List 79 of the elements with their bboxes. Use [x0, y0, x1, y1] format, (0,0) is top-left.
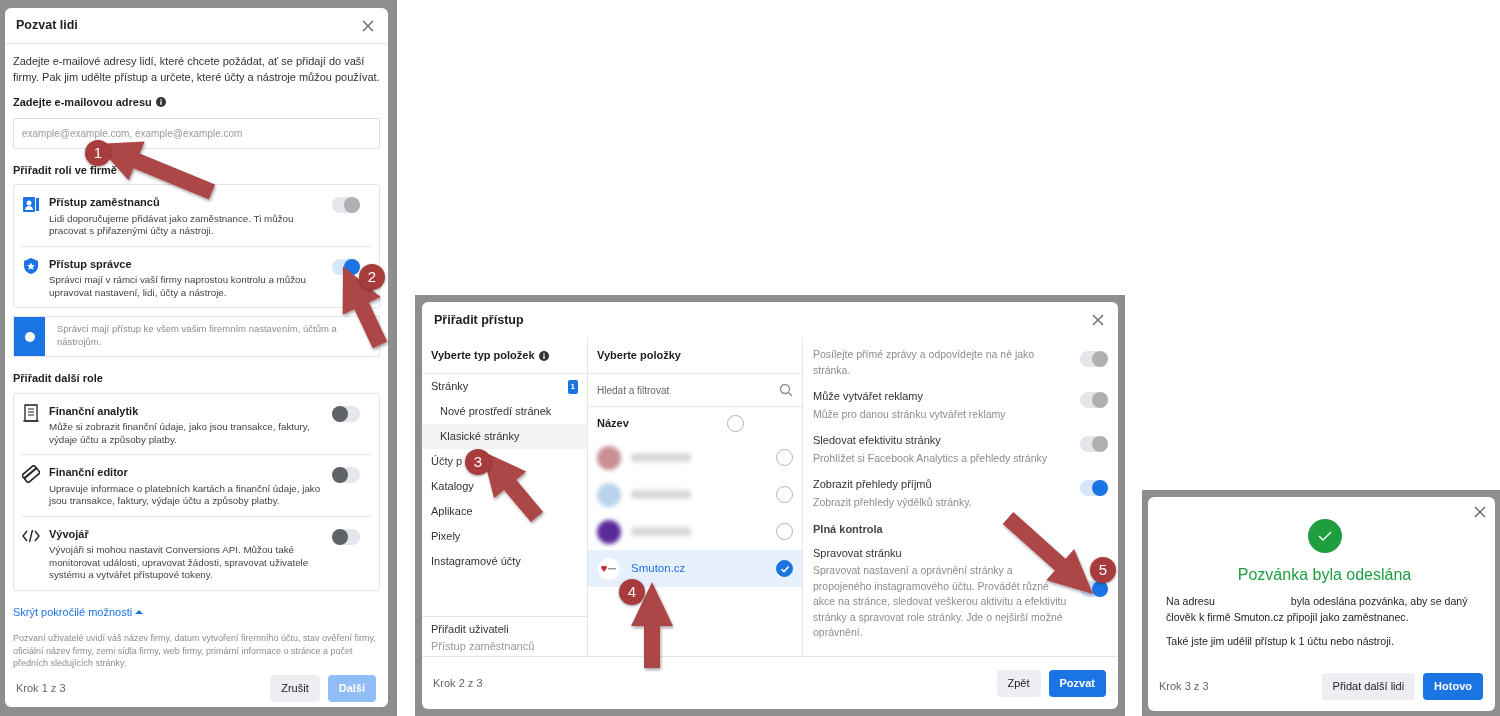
blurred-name [631, 527, 691, 536]
role-description: Upravuje informace o platebních kartách a finanční údaje, jako jsou transakce, faktury, výdaje účtu a způsoby platby. [49, 482, 322, 508]
column-heading: Vyberte typ položek [431, 348, 535, 364]
close-icon[interactable] [1092, 314, 1104, 326]
role-description: Vývojáři si mohou nastavit Conversions API. Můžou také monitorovat události, upravovat žádosti, spravovat uživatele systému a vytvářet přístupové tokeny. [49, 544, 310, 582]
step-indicator: Krok 2 z 3 [433, 675, 483, 691]
info-icon [155, 97, 166, 108]
role-description: Lidi doporučujeme přidávat jako zaměstnance. Ti můžou pracovat s přiřazenými účty a nástroji. [49, 212, 295, 238]
select-radio[interactable] [776, 560, 793, 577]
permission-description: Zobrazit přehledy výdělků stránky. [813, 494, 973, 510]
permission-title: Sledovat efektivitu stránky [813, 433, 942, 448]
note-text: Také jste jim udělil přístup k 1 účtu nebo nástroji. [1166, 634, 1395, 649]
disclaimer-text: Pozvaní uživatelé uvidí váš název firmy, datum vytvoření firemního účtu, stav ověření firmy, oficiální název firmy, zemi sídla firmy, web firmy, primární informace o stránce a počet předních sledujících stránky. [13, 632, 377, 670]
type-item[interactable]: Klasické stránky [422, 424, 587, 449]
type-item[interactable]: Katalogy [431, 478, 474, 495]
dialog-title: Pozvat lidi [16, 17, 78, 35]
info-icon [24, 331, 35, 342]
permission-title: Může vytvářet reklamy [813, 389, 925, 404]
close-icon[interactable] [1474, 506, 1486, 518]
type-item[interactable]: Účty p [431, 453, 463, 470]
permission-description: Může pro danou stránku vytvářet reklamy [813, 406, 1007, 422]
primary-button[interactable]: Hotovo [1423, 672, 1483, 700]
section-heading: Plná kontrola [813, 522, 884, 537]
page-avatar [597, 556, 621, 581]
search-field[interactable]: Hledat a filtrovat [597, 381, 717, 399]
permission-description: Posílejte přímé zprávy a odpovídejte na ně jako stránka. [813, 347, 1036, 378]
role-title: Vývojář [49, 526, 90, 542]
permission-description: Prohlížet si Facebook Analytics a přehledy stránky [813, 450, 1049, 466]
notice-text: Správci mají přístup ke všem vašim firemním nastavením, účtům a nástrojům. [56, 322, 338, 350]
info-icon [538, 350, 549, 361]
badge-icon [22, 195, 40, 214]
dialog-title: Přiřadit přístup [434, 311, 524, 329]
success-icon [1307, 519, 1342, 553]
type-item[interactable]: Aplikace [431, 503, 473, 520]
role-title: Finanční analytik [49, 403, 140, 419]
email-input[interactable]: example@example.com, example@example.com [13, 117, 380, 149]
role-description: Může si zobrazit finanční údaje, jako jsou transakce, faktury, výdaje účtu a způsoby platby. [49, 421, 311, 447]
role-title: Finanční editor [49, 465, 129, 481]
section-heading: Přiřadit další role [13, 371, 104, 387]
step-indicator: Krok 3 z 3 [1159, 678, 1209, 694]
toggle-switch[interactable] [332, 528, 360, 545]
assign-value: Přístup zaměstnanců [431, 638, 536, 654]
intro-text: Zadejte e-mailové adresy lidí, které chcete požádat, ať se přidají do vaší firmy. Pak jim udělte přístup a určete, které účty a nástroje můžou používat. [13, 54, 380, 85]
step-indicator: Krok 1 z 3 [16, 681, 66, 696]
permission-title: Spravovat stránku [813, 545, 903, 561]
toggle-switch[interactable] [332, 405, 360, 422]
role-title: Přístup správce [49, 256, 133, 272]
secondary-button[interactable]: Zpět [996, 669, 1041, 697]
column-heading: Vyberte položky [597, 348, 681, 364]
success-title: Pozvánka byla odeslána [1237, 565, 1412, 585]
toggle-link[interactable]: Skrýt pokročilé možnosti [13, 603, 133, 621]
toggle-switch[interactable] [1080, 480, 1108, 496]
primary-button[interactable]: Pozvat [1048, 669, 1106, 697]
message-text: Na adresu byla odeslána pozvánka, aby se daný člověk k firmě Smuton.cz připojil jako zaměstnanec. [1166, 594, 1469, 625]
card-icon [22, 465, 40, 484]
close-icon[interactable] [362, 19, 374, 32]
column-heading: Název [597, 415, 629, 431]
toggle-switch[interactable] [332, 467, 360, 484]
blurred-name [631, 490, 691, 499]
type-item[interactable]: Stránky [431, 378, 469, 395]
blurred-name [631, 453, 691, 462]
type-item[interactable]: Nové prostředí stránek [440, 403, 552, 420]
secondary-button[interactable]: Zrušit [270, 674, 320, 702]
type-item[interactable]: Instagramové účty [431, 553, 521, 570]
permission-description: Spravovat nastavení a oprávnění stránky a propojeného instagramového účtu. Provádět různé akce na stránce, sledovat veškerou aktivitu a efektivitu stránky a spravovat role stránky. Jde o nejširší možné oprávnění. [813, 563, 1068, 640]
shield-icon [22, 256, 40, 275]
role-description: Správci mají v rámci vaší firmy naprostou kontrolu a můžou upravovat nastavení, lidi, účty a nástroje. [49, 274, 307, 300]
field-label: Zadejte e-mailovou adresu [13, 95, 152, 111]
toggle-switch[interactable] [332, 258, 360, 275]
assign-label: Přiřadit uživateli [431, 622, 510, 637]
receipt-icon [22, 403, 40, 422]
secondary-button[interactable]: Přidat další lidi [1321, 672, 1416, 700]
search-icon [779, 383, 793, 397]
type-item[interactable]: Pixely [431, 528, 461, 545]
role-title: Přístup zaměstnanců [49, 195, 161, 211]
permission-title: Zobrazit přehledy příjmů [813, 477, 933, 492]
page-name: Smuton.cz [631, 560, 686, 576]
caret-up-icon [135, 608, 144, 615]
count-badge: 1 [567, 379, 578, 394]
